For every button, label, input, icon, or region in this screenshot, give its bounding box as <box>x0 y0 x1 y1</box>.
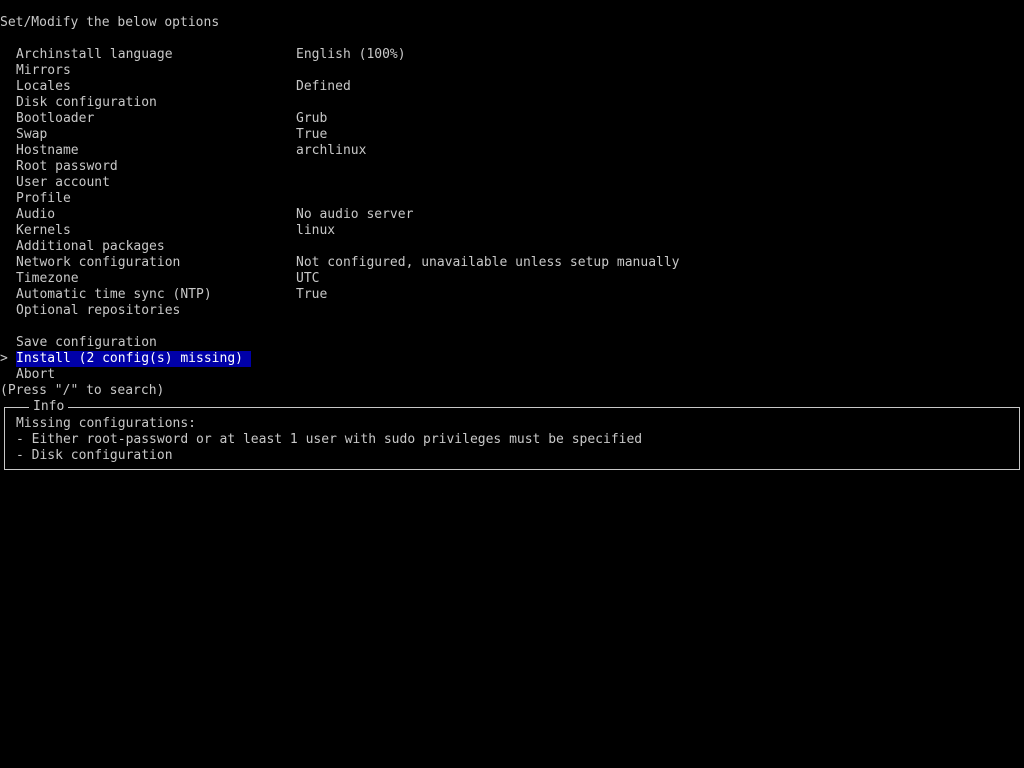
option-root-password[interactable]: Root password <box>16 159 118 175</box>
option-automatic-time-sync[interactable]: Automatic time sync (NTP) <box>16 287 212 303</box>
selection-cursor-icon: > <box>0 351 8 366</box>
option-locales[interactable]: Locales <box>16 79 71 95</box>
option-bootloader[interactable]: Bootloader <box>16 111 94 127</box>
install-button-label: Install (2 config(s) missing) <box>16 351 251 367</box>
install-button[interactable]: > Install (2 config(s) missing) <box>0 351 260 367</box>
option-kernels[interactable]: Kernels <box>16 223 71 239</box>
archinstall-terminal: { "title": "Set/Modify the below options… <box>0 0 1024 768</box>
option-optional-repositories[interactable]: Optional repositories <box>16 303 180 319</box>
option-additional-packages[interactable]: Additional packages <box>16 239 165 255</box>
info-panel: Info Missing configurations: - Either ro… <box>4 399 1020 470</box>
option-disk-configuration[interactable]: Disk configuration <box>16 95 157 111</box>
search-hint: (Press "/" to search) <box>0 383 165 398</box>
option-value-timezone: UTC <box>296 271 320 286</box>
option-value-hostname: archlinux <box>296 143 367 158</box>
info-heading: Missing configurations: <box>16 416 197 431</box>
option-user-account[interactable]: User account <box>16 175 110 191</box>
option-swap[interactable]: Swap <box>16 127 47 143</box>
option-value-swap: True <box>296 127 328 142</box>
option-mirrors[interactable]: Mirrors <box>16 63 71 79</box>
info-item: - Disk configuration <box>16 448 173 463</box>
option-archinstall-language[interactable]: Archinstall language <box>16 47 173 63</box>
option-value-locales: Defined <box>296 79 351 94</box>
info-item: - Either root-password or at least 1 use… <box>16 432 643 447</box>
menu-title: Set/Modify the below options <box>0 15 220 30</box>
save-configuration-button[interactable]: Save configuration <box>16 335 157 351</box>
option-value-automatic-time-sync: True <box>296 287 328 302</box>
option-profile[interactable]: Profile <box>16 191 71 207</box>
option-value-archinstall-language: English (100%) <box>296 47 406 62</box>
option-hostname[interactable]: Hostname <box>16 143 79 159</box>
option-value-bootloader: Grub <box>296 111 328 126</box>
option-value-network-configuration: Not configured, unavailable unless setup… <box>296 255 680 270</box>
info-panel-title: Info <box>29 399 69 415</box>
abort-button[interactable]: Abort <box>16 367 55 383</box>
option-timezone[interactable]: Timezone <box>16 271 79 287</box>
option-audio[interactable]: Audio <box>16 207 55 223</box>
option-network-configuration[interactable]: Network configuration <box>16 255 180 271</box>
option-value-audio: No audio server <box>296 207 414 222</box>
option-value-kernels: linux <box>296 223 336 238</box>
